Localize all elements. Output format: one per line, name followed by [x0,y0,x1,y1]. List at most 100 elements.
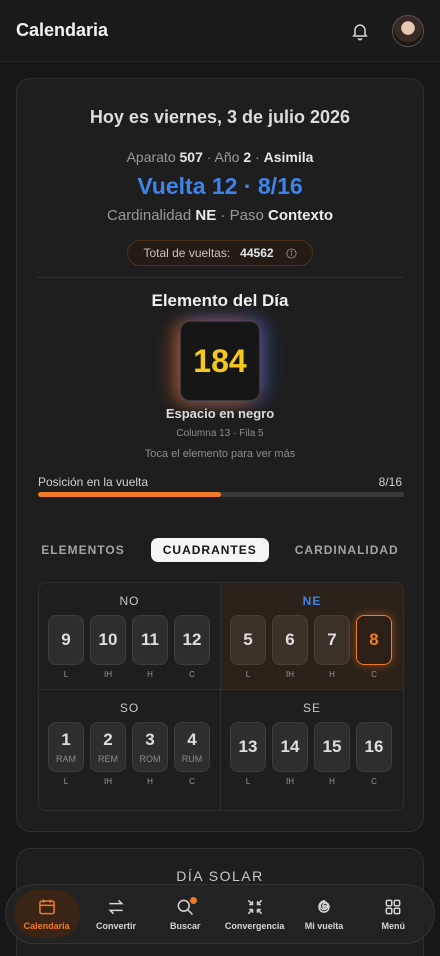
tile-label: IH [104,777,112,786]
tab-elementos[interactable]: ELEMENTOS [29,538,136,562]
progress-fill [38,492,221,497]
tile-label: C [371,777,377,786]
solar-day-title: DÍA SOLAR [176,868,264,884]
nav-buscar[interactable]: Buscar [152,890,218,938]
quadrant-tile[interactable]: 12 [174,615,210,665]
nav-convertir[interactable]: Convertir [83,890,149,938]
tile-column: 6 IH [272,615,308,679]
quadrant-tile[interactable]: 16 [356,722,392,772]
tile-sublabel: REM [98,754,118,764]
tile-column: 11 H [132,615,168,679]
tile-label: IH [286,670,294,679]
tile-number: 2 [103,730,113,749]
converge-icon [247,899,262,915]
total-vueltas-badge[interactable]: Total de vueltas: 44562 [127,240,313,266]
quadrant-tile[interactable]: 8 [356,615,392,665]
cardinalidad-line: Cardinalidad NE · Paso Contexto [107,207,333,224]
quadrant-tile[interactable]: 13 [230,722,266,772]
tile-column: 15 H [314,722,350,786]
quadrant-tile[interactable]: 11 [132,615,168,665]
tile-label: L [63,670,69,679]
tile-label: IH [286,777,294,786]
quadrant-se: SE 13 L 14 IH 15 H 16 C [221,690,403,810]
nav-convergencia[interactable]: Convergencia [222,890,288,938]
divider [37,277,403,278]
tile-sublabel: ROM [139,754,161,764]
bell-icon[interactable] [350,21,370,41]
quadrant-grid: NO 9 L 10 IH 11 H 12 C NE 5 L 6 IH 7 H 8 C SO 1 RAM L 2 REM IH 3 R… [38,582,404,811]
tile-label: H [147,777,153,786]
quadrant-tiles: 5 L 6 IH 7 H 8 C [230,615,392,679]
element-name: Espacio en negro [165,406,275,421]
quadrant-name: NE [302,594,322,608]
progress-value: 8/16 [378,475,402,489]
tile-column: 10 IH [90,615,126,679]
avatar[interactable] [392,14,424,47]
element-title: Elemento del Día [151,291,289,310]
vuelta-heading: Vuelta 12 · 8/16 [137,173,303,199]
swap-arrows-icon [108,899,124,915]
tile-column: 14 IH [272,722,308,786]
nav-menu[interactable]: Menú [360,890,426,938]
tile-label: C [189,777,195,786]
quadrant-tile[interactable]: 14 [272,722,308,772]
tile-sublabel: RAM [56,754,76,764]
tile-label: L [245,777,251,786]
nav-label: Convergencia [224,921,285,931]
tile-label: L [63,777,69,786]
quadrant-tiles: 1 RAM L 2 REM IH 3 ROM H 4 RUM C [48,722,210,786]
tile-label: C [189,670,195,679]
tile-column: 13 L [230,722,266,786]
bottom-nav: Calendaria Convertir Buscar Convergencia… [5,884,435,944]
nav-mi-vuelta[interactable]: Mi vuelta [291,890,357,938]
nav-label: Menú [381,921,406,931]
quadrant-tile[interactable]: 6 [272,615,308,665]
tile-column: 4 RUM C [174,722,210,786]
tile-number: 12 [182,630,202,649]
quadrant-tile[interactable]: 3 ROM [132,722,168,772]
quadrant-tile[interactable]: 7 [314,615,350,665]
quadrant-tile[interactable]: 1 RAM [48,722,84,772]
view-tabs: ELEMENTOS CUADRANTES CARDINALIDAD [17,538,423,562]
nav-label: Convertir [95,921,136,931]
nav-label: Calendaria [23,921,70,931]
quadrant-tile[interactable]: 4 RUM [174,722,210,772]
tile-number: 16 [364,737,384,756]
date-heading: Hoy es viernes, 3 de julio 2026 [89,107,351,127]
quadrant-tile[interactable]: 9 [48,615,84,665]
tile-column: 7H [314,615,350,679]
tab-cuadrantes[interactable]: CUADRANTES [150,538,269,562]
quadrant-tiles: 13 L 14 IH 15 H 16 C [230,722,392,786]
tile-number: 10 [98,630,118,649]
quadrant-tile[interactable]: 15 [314,722,350,772]
element-position: Columna 13 · Fila 5 [176,428,264,439]
aparato-line: Aparato 507 · Año 2 · Asimila [126,149,314,165]
quadrant-tile[interactable]: 2 REM [90,722,126,772]
nav-calendaria[interactable]: Calendaria [13,890,80,938]
tile-number: 6 [285,630,295,649]
tile-number: 1 [61,730,71,749]
tab-cardinalidad[interactable]: CARDINALIDAD [283,538,411,562]
quadrant-tile[interactable]: 10 [90,615,126,665]
tile-number: 11 [141,630,159,649]
tile-label: IH [104,670,112,679]
quadrant-ne: NE 5 L 6 IH 7 H 8 C [221,583,403,690]
progress-label: Posición en la vuelta [38,475,149,489]
nav-label: Mi vuelta [304,921,344,931]
quadrant-so: SO 1 RAM L 2 REM IH 3 ROM H 4 RUM C [39,690,221,810]
nav-label: Buscar [170,921,201,931]
tile-number: 8 [369,630,379,649]
element-of-day-tile[interactable]: 184 [180,321,260,401]
quadrant-name: SE [302,701,321,715]
tile-column: 9L [48,615,84,679]
tile-number: 7 [327,630,337,649]
quadrant-no: NO 9 L 10 IH 11 H 12 C [39,583,221,690]
quadrant-tile[interactable]: 5 [230,615,266,665]
tile-label: H [147,670,153,679]
quadrant-name: SO [119,701,140,715]
tile-number: 15 [322,737,342,756]
tile-column: 8C [356,615,392,679]
tile-number: 14 [280,737,300,756]
tile-label: H [329,670,335,679]
calendar-icon [38,899,55,915]
